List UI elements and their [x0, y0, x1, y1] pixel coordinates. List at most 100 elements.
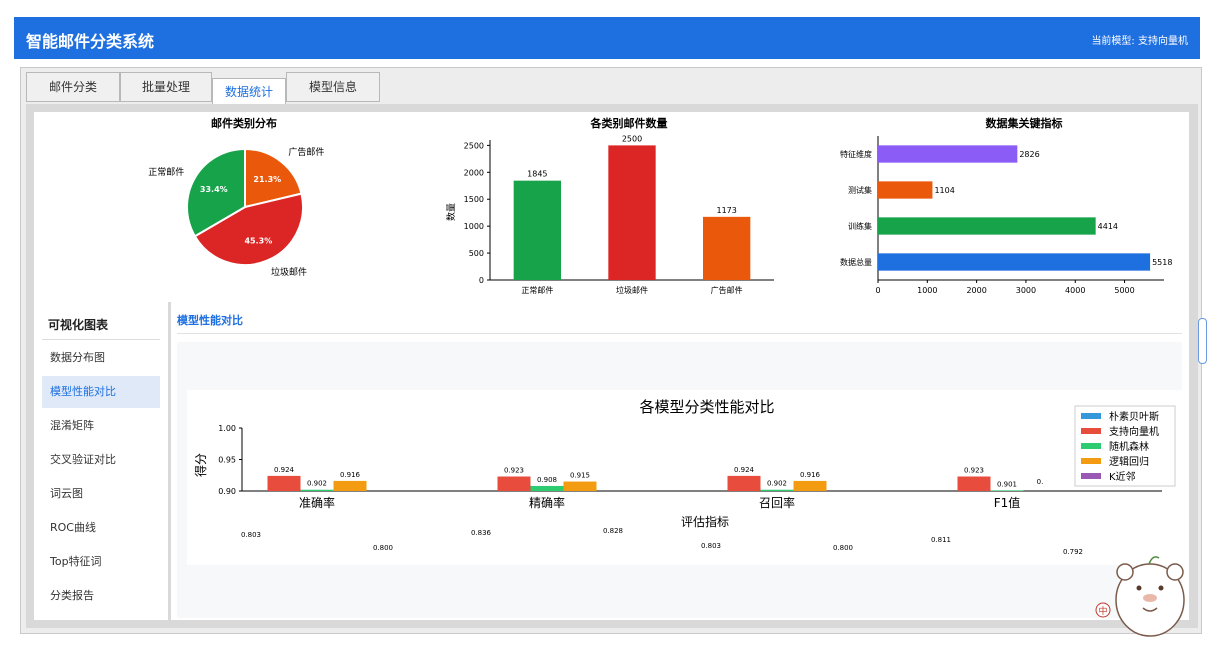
chart-nav-title: 可视化图表 [48, 318, 109, 332]
bar-chart: 各类别邮件数量 数量 0 500 1000 1500 2000 2500 1845 正常邮件… [445, 116, 774, 295]
perf-ylabel: 得分 [193, 453, 208, 477]
perf-legend-label-4: K近邻 [1109, 470, 1136, 483]
perf-legend: 朴素贝叶斯支持向量机随机森林逻辑回归 K近邻 [1074, 405, 1176, 487]
perf-value-label-4-1: 0.828 [603, 527, 623, 535]
pie-chart: 邮件类别分布 21.3% 广告邮件 45.3% 垃圾邮件 33.4% 正常邮件 [148, 116, 324, 278]
nav-item-confusion-matrix[interactable]: 混淆矩阵 [42, 410, 160, 442]
perf-value-label-2-3: 0.901 [997, 480, 1017, 488]
perf-title: 各模型分类性能对比 [639, 398, 774, 416]
bar-y-tick-label-0: 0 [479, 276, 484, 285]
pie-category-label-1: 垃圾邮件 [271, 266, 307, 278]
tab-email-classify[interactable]: 邮件分类 [26, 72, 120, 102]
hbar-chart: 数据集关键指标 0 1000 2000 3000 4000 5000 5518 数据总量 44… [840, 116, 1172, 295]
perf-x-tick-label-3: F1值 [994, 495, 1021, 510]
perf-value-label-0-1: 0.836 [471, 529, 492, 537]
app-title: 智能邮件分类系统 [26, 32, 155, 51]
ime-indicator: 中 [1098, 605, 1107, 617]
perf-legend-label-1: 支持向量机 [1109, 425, 1159, 438]
hbar-x-tick-label-2: 2000 [966, 286, 986, 295]
perf-value-label-1-1: 0.923 [504, 467, 524, 475]
hbar-x-tick-label-4: 4000 [1065, 286, 1085, 295]
bar-2 [703, 216, 751, 280]
hbar-y-tick-label-2: 测试集 [848, 185, 872, 195]
nav-item-word-cloud[interactable]: 词云图 [42, 478, 160, 510]
perf-bar-1-2 [727, 475, 761, 491]
perf-legend-swatch-3 [1081, 458, 1101, 464]
perf-value-label-0-2: 0.803 [701, 542, 721, 550]
bar-x-tick-label-0: 正常邮件 [521, 285, 553, 295]
perf-legend-label-2: 随机森林 [1109, 440, 1149, 453]
scroll-handle[interactable] [1198, 318, 1207, 364]
mascot-image: 中 [1095, 556, 1185, 637]
perf-legend-label-3: 逻辑回归 [1109, 455, 1149, 468]
section-title: 模型性能对比 [177, 314, 243, 327]
chart-nav-divider [42, 339, 160, 340]
hbar-y-tick-label-0: 数据总量 [840, 257, 872, 267]
hbar-title: 数据集关键指标 [986, 116, 1063, 130]
perf-bar-2-3 [990, 490, 1024, 491]
overview-charts-panel: 邮件类别分布 21.3% 广告邮件 45.3% 垃圾邮件 33.4% 正常邮件 各类别邮件… [34, 112, 1189, 302]
perf-value-label-4-2: 0.800 [833, 544, 853, 552]
perf-y-tick-label-2: 1.00 [218, 424, 236, 433]
bar-value-label-1: 2500 [622, 134, 642, 143]
performance-chart-svg: 各模型分类性能对比 得分 评估指标 0.90 0.95 1.00 0.803 0.92… [193, 398, 1176, 556]
bar-ylabel: 数量 [445, 203, 457, 221]
perf-bar-2-0 [300, 489, 334, 491]
bar-y-tick-label-3: 1500 [464, 195, 484, 204]
perf-y-tick-label-1: 0.95 [218, 456, 236, 465]
hbar-value-label-0: 5518 [1152, 258, 1172, 267]
perf-x-tick-label-0: 准确率 [299, 495, 335, 510]
pie-percent-label-2: 21.3% [253, 175, 281, 184]
hbar-x-tick-label-1: 1000 [917, 286, 937, 295]
pie-percent-label-0: 33.4% [200, 185, 228, 194]
perf-value-label-2-0: 0.902 [307, 480, 327, 488]
hbar-1 [878, 217, 1096, 235]
hbar-x-tick-label-5: 5000 [1114, 286, 1134, 295]
chart-nav-panel: 可视化图表 数据分布图 模型性能对比 混淆矩阵 交叉验证对比 词云图 ROC曲线… [34, 302, 168, 620]
perf-x-tick-label-2: 召回率 [759, 495, 795, 510]
bar-y-tick-label-4: 2000 [464, 168, 484, 177]
perf-value-label-3-0: 0.916 [340, 471, 361, 479]
perf-bar-3-2 [793, 480, 827, 491]
nav-item-roc-curve[interactable]: ROC曲线 [42, 512, 160, 544]
section-divider [177, 333, 1182, 334]
perf-bar-2-2 [760, 489, 794, 491]
perf-value-label-3-2: 0.916 [800, 471, 821, 479]
nav-item-top-features[interactable]: Top特征词 [42, 546, 160, 578]
perf-bar-1-3 [957, 476, 991, 491]
nav-item-cross-validation[interactable]: 交叉验证对比 [42, 444, 160, 476]
perf-value-label-2-2: 0.902 [767, 480, 787, 488]
pie-category-label-0: 正常邮件 [148, 166, 184, 178]
hbar-3 [878, 145, 1018, 163]
bar-value-label-2: 1173 [716, 206, 736, 215]
bar-1 [608, 145, 656, 280]
tab-model-info[interactable]: 模型信息 [286, 72, 380, 102]
pie-title: 邮件类别分布 [211, 116, 277, 130]
nav-item-class-report[interactable]: 分类报告 [42, 580, 160, 612]
hbar-value-label-1: 4414 [1098, 222, 1118, 231]
bar-x-tick-label-1: 垃圾邮件 [616, 285, 648, 295]
perf-legend-swatch-2 [1081, 443, 1101, 449]
perf-bar-3-0 [333, 480, 367, 491]
tab-content: 邮件类别分布 21.3% 广告邮件 45.3% 垃圾邮件 33.4% 正常邮件 各类别邮件… [26, 104, 1198, 628]
perf-value-label-4-3: 0.792 [1063, 548, 1083, 556]
bar-x-tick-label-2: 广告邮件 [711, 285, 743, 295]
tab-data-stats[interactable]: 数据统计 [212, 78, 286, 104]
bar-0 [513, 180, 561, 280]
perf-bar-3-1 [563, 481, 597, 491]
perf-legend-swatch-1 [1081, 428, 1101, 434]
tab-batch-process[interactable]: 批量处理 [120, 72, 212, 102]
perf-value-label-1-2: 0.924 [734, 466, 755, 474]
perf-value-label-2-1: 0.908 [537, 476, 557, 484]
hbar-value-label-3: 2826 [1019, 150, 1039, 159]
nav-item-model-performance[interactable]: 模型性能对比 [42, 376, 160, 408]
hbar-x-tick-label-0: 0 [875, 286, 880, 295]
nav-item-data-distribution[interactable]: 数据分布图 [42, 342, 160, 374]
app-header: 智能邮件分类系统 当前模型: 支持向量机 [14, 17, 1200, 59]
bar-y-tick-label-2: 1000 [464, 222, 484, 231]
bar-y-tick-label-5: 2500 [464, 141, 484, 150]
pie-category-label-2: 广告邮件 [288, 146, 324, 158]
perf-value-label-1-0: 0.924 [274, 466, 295, 474]
perf-value-label-4-0: 0.800 [373, 544, 393, 552]
perf-legend-swatch-0 [1081, 413, 1101, 419]
